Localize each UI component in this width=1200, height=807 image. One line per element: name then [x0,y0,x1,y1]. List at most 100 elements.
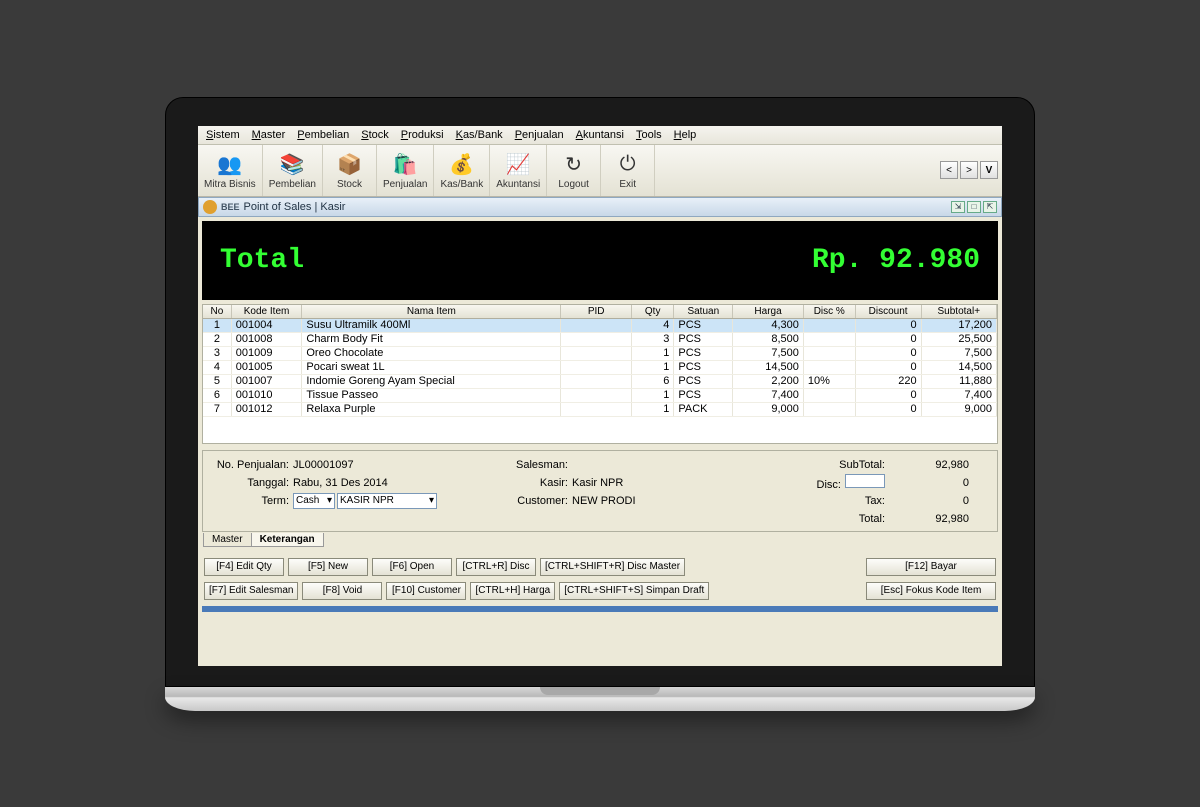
toolbar-logout[interactable]: ↻Logout [547,145,601,196]
term-select-1[interactable]: Cash▾ [293,493,335,509]
term-label: Term: [211,495,293,507]
table-row[interactable]: 4001005Pocari sweat 1L1PCS14,500014,500 [203,360,997,374]
menu-produksi[interactable]: Produksi [397,128,448,142]
term-select-2[interactable]: KASIR NPR▾ [337,493,437,509]
menu-master[interactable]: Master [248,128,290,142]
tax-label: Tax: [769,495,889,507]
disc-input[interactable] [845,474,885,488]
shortcut-f8void[interactable]: [F8] Void [302,582,382,600]
info-tabs: Master Keterangan [203,533,323,547]
tax-value: 0 [889,495,969,507]
col-satuan[interactable]: Satuan [674,305,733,319]
shortcut-ctrlshiftssimpandraft[interactable]: [CTRL+SHIFT+S] Simpan Draft [559,582,709,600]
subtotal-label: SubTotal: [769,459,889,471]
col-subtotal[interactable]: Subtotal+ [921,305,996,319]
col-namaitem[interactable]: Nama Item [302,305,561,319]
app-screen: SistemMasterPembelianStockProduksiKas/Ba… [198,126,1002,666]
toolbar-right: < > V [940,145,1002,196]
nav-prev-button[interactable]: < [940,161,958,179]
col-kodeitem[interactable]: Kode Item [231,305,302,319]
col-disc[interactable]: Disc % [803,305,855,319]
akuntansi-icon: 📈 [504,151,532,179]
disc-label: Disc: [769,474,889,491]
table-row[interactable]: 7001012Relaxa Purple1PACK9,00009,000 [203,402,997,416]
menu-akuntansi[interactable]: Akuntansi [572,128,628,142]
total-label: Total [220,245,304,276]
shortcut-row-2: [F7] Edit Salesman[F8] Void[F10] Custome… [202,580,998,602]
toolbar-stock[interactable]: 📦Stock [323,145,377,196]
menu-stock[interactable]: Stock [357,128,393,142]
table-row[interactable]: 3001009Oreo Chocolate1PCS7,50007,500 [203,346,997,360]
shortcut-f4editqty[interactable]: [F4] Edit Qty [204,558,284,576]
col-pid[interactable]: PID [561,305,632,319]
window-titlebar: BEE Point of Sales | Kasir ⇲ □ ⇱ [198,197,1002,217]
window-maximize-icon[interactable]: □ [967,201,981,213]
disc-value: 0 [889,477,969,489]
logout-icon: ↻ [560,151,588,179]
exit-icon: ⏻ [614,151,642,179]
grand-total-label: Total: [769,513,889,525]
mitrabisnis-icon: 👥 [216,151,244,179]
col-discount[interactable]: Discount [855,305,921,319]
status-strip [202,606,998,612]
stock-icon: 📦 [335,151,363,179]
menu-help[interactable]: Help [670,128,701,142]
subtotal-value: 92,980 [889,459,969,471]
shortcut-ctrlhharga[interactable]: [CTRL+H] Harga [470,582,555,600]
kasbank-icon: 💰 [448,151,476,179]
kasir-label: Kasir: [490,477,572,489]
table-row[interactable]: 2001008Charm Body Fit3PCS8,500025,500 [203,332,997,346]
toolbar-exit[interactable]: ⏻Exit [601,145,655,196]
toolbar-akuntansi[interactable]: 📈Akuntansi [490,145,547,196]
window-controls: ⇲ □ ⇱ [951,201,997,213]
pembelian-icon: 📚 [278,151,306,179]
content-area: Total Rp. 92.980 NoKode ItemNama ItemPID… [198,217,1002,616]
app-icon [203,200,217,214]
menu-tools[interactable]: Tools [632,128,666,142]
shortcut-ctrlshiftrdiscmaster[interactable]: [CTRL+SHIFT+R] Disc Master [540,558,685,576]
menubar: Sistem MasterPembelian Stock Produksi Kas/Ba… [198,126,1002,145]
shortcut-f7editsalesman[interactable]: [F7] Edit Salesman [204,582,298,600]
shortcut-f10customer[interactable]: [F10] Customer [386,582,466,600]
tanggal-value: Rabu, 31 Des 2014 [293,477,388,489]
menu-pembelian[interactable]: Pembelian [293,128,353,142]
table-row[interactable]: 5001007Indomie Goreng Ayam Special6PCS2,… [203,374,997,388]
shortcut-escfokuskodeitem[interactable]: [Esc] Fokus Kode Item [866,582,996,600]
col-qty[interactable]: Qty [632,305,674,319]
salesman-label: Salesman: [490,459,572,471]
toolbar-penjualan[interactable]: 🛍️Penjualan [377,145,434,196]
shortcut-f12bayar[interactable]: [F12] Bayar [866,558,996,576]
tab-master[interactable]: Master [203,533,252,547]
window-restore-icon[interactable]: ⇲ [951,201,965,213]
shortcut-f6open[interactable]: [F6] Open [372,558,452,576]
menu-penjualan[interactable]: Penjualan [511,128,568,142]
penjualan-icon: 🛍️ [391,151,419,179]
shortcut-row-1: [F4] Edit Qty[F5] New[F6] Open[CTRL+R] D… [202,556,998,578]
kasir-value: Kasir NPR [572,477,623,489]
shortcut-ctrlrdisc[interactable]: [CTRL+R] Disc [456,558,536,576]
nav-next-button[interactable]: > [960,161,978,179]
main-toolbar: 👥Mitra Bisnis📚Pembelian📦Stock🛍️Penjualan… [198,145,1002,197]
grand-total-value: 92,980 [889,513,969,525]
table-row[interactable]: 1001004Susu Ultramilk 400Ml4PCS4,300017,… [203,318,997,332]
window-close-icon[interactable]: ⇱ [983,201,997,213]
toolbar-kasbank[interactable]: 💰Kas/Bank [434,145,490,196]
toolbar-mitrabisnis[interactable]: 👥Mitra Bisnis [198,145,263,196]
menu-sistem[interactable]: Sistem [202,128,244,142]
toolbar-pembelian[interactable]: 📚Pembelian [263,145,323,196]
no-penjualan-label: No. Penjualan: [211,459,293,471]
items-grid[interactable]: NoKode ItemNama ItemPIDQtySatuanHargaDis… [202,304,998,444]
col-harga[interactable]: Harga [733,305,804,319]
tanggal-label: Tanggal: [211,477,293,489]
shortcut-f5new[interactable]: [F5] New [288,558,368,576]
table-row[interactable]: 6001010Tissue Passeo1PCS7,40007,400 [203,388,997,402]
laptop-frame: SistemMasterPembelianStockProduksiKas/Ba… [165,97,1035,711]
screen-bezel: SistemMasterPembelianStockProduksiKas/Ba… [165,97,1035,687]
nav-v-button[interactable]: V [980,161,998,179]
info-panel: No. Penjualan:JL00001097 Tanggal:Rabu, 3… [202,450,998,532]
menu-kas/bank[interactable]: Kas/Bank [452,128,507,142]
col-no[interactable]: No [203,305,231,319]
customer-value: NEW PRODI [572,495,636,507]
tab-keterangan[interactable]: Keterangan [251,533,324,547]
laptop-base [165,687,1035,711]
